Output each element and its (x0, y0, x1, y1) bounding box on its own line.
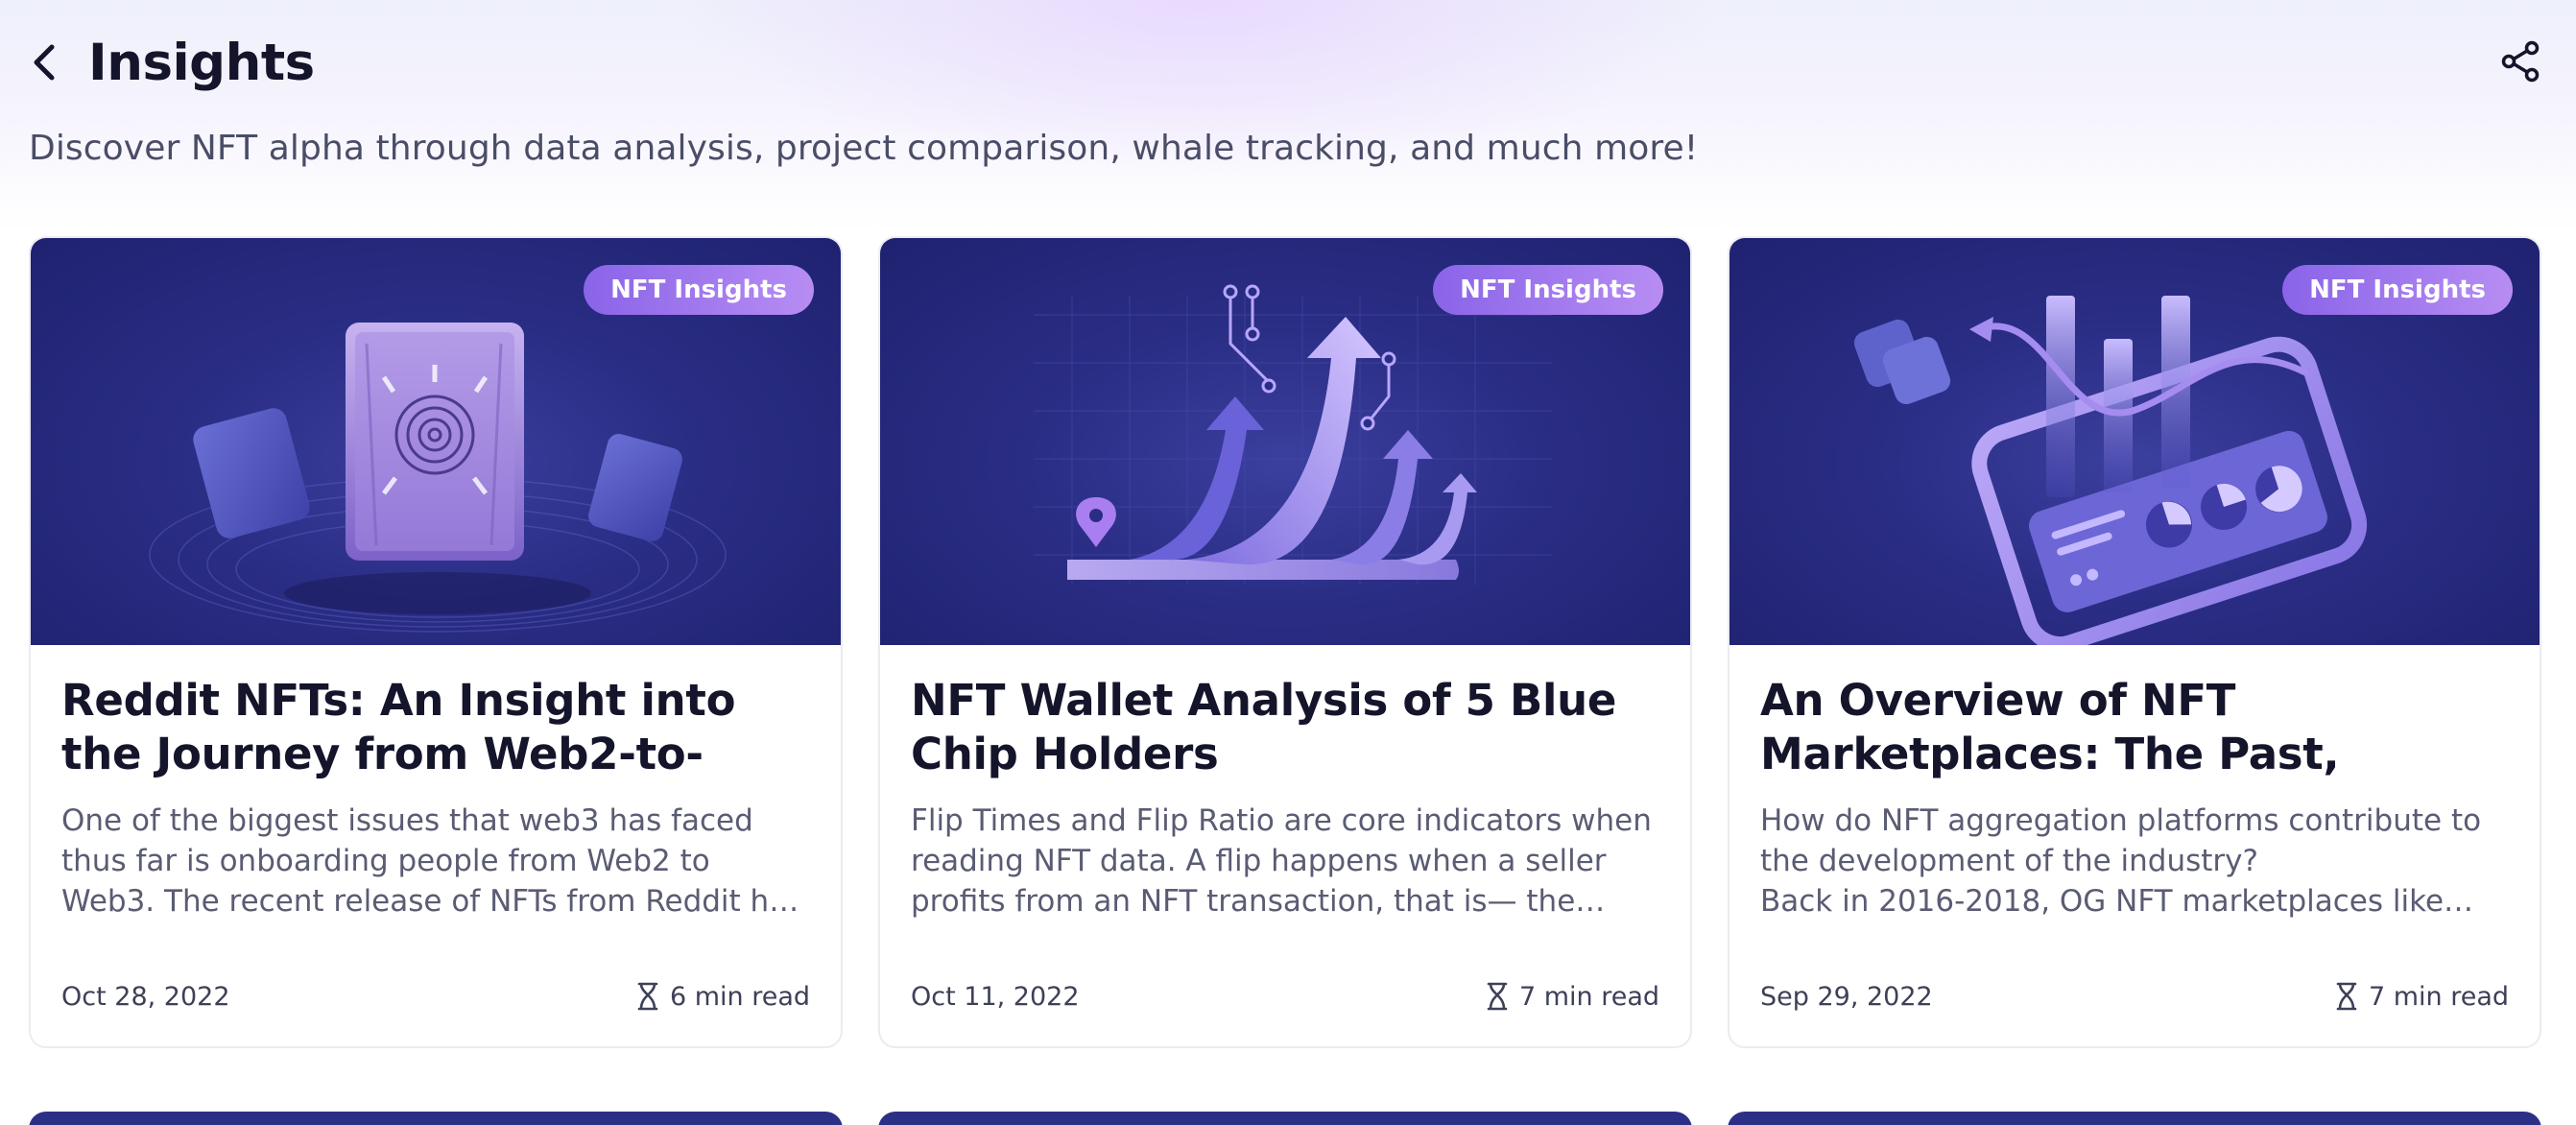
share-icon (2501, 40, 2540, 83)
card-description: How do NFT aggregation platforms contrib… (1760, 803, 2482, 919)
read-time: 6 min read (637, 982, 810, 1012)
insight-card[interactable]: NFT Insights NFT Wallet Analysis of 5 Bl… (878, 236, 1692, 1048)
page-header: Insights (29, 27, 2547, 98)
insight-card[interactable]: NFT Insights Reddit NFTs: An Insight int… (29, 236, 843, 1048)
read-time-label: 6 min read (669, 981, 810, 1012)
card-image: NFT Insights (880, 238, 1690, 645)
card-description: One of the biggest issues that web3 has … (61, 803, 803, 919)
insights-grid: NFT Insights Reddit NFTs: An Insight int… (29, 236, 2541, 1048)
read-time: 7 min read (2336, 982, 2509, 1012)
card-description: Flip Times and Flip Ratio are core indic… (911, 803, 1652, 919)
read-time-label: 7 min read (1518, 981, 1659, 1012)
chevron-left-icon (34, 44, 55, 81)
card-title[interactable]: An Overview of NFT Marketplaces: The Pas… (1760, 674, 2509, 781)
hourglass-icon (1487, 982, 1508, 1011)
publish-date: Sep 29, 2022 (1760, 981, 1933, 1012)
share-button[interactable] (2493, 35, 2547, 88)
insight-card-partial[interactable] (878, 1112, 1692, 1125)
back-button[interactable] (29, 27, 75, 98)
page-subtitle: Discover NFT alpha through data analysis… (29, 129, 1699, 168)
publish-date: Oct 28, 2022 (61, 981, 230, 1012)
read-time: 7 min read (1487, 982, 1659, 1012)
category-tag: NFT Insights (1433, 265, 1663, 315)
card-title[interactable]: Reddit NFTs: An Insight into the Journey… (61, 674, 810, 781)
insight-card[interactable]: NFT Insights An Overview of NFT Marketpl… (1728, 236, 2541, 1048)
category-tag: NFT Insights (584, 265, 814, 315)
publish-date: Oct 11, 2022 (911, 981, 1080, 1012)
page-title: Insights (88, 33, 315, 92)
insight-card-partial[interactable] (1728, 1112, 2541, 1125)
hourglass-icon (2336, 982, 2357, 1011)
card-image: NFT Insights (1729, 238, 2540, 645)
category-tag: NFT Insights (2282, 265, 2513, 315)
insight-card-partial[interactable] (29, 1112, 843, 1125)
read-time-label: 7 min read (2368, 981, 2509, 1012)
card-image: NFT Insights (31, 238, 841, 645)
next-row-cards (29, 1112, 2541, 1125)
hourglass-icon (637, 982, 658, 1011)
card-title[interactable]: NFT Wallet Analysis of 5 Blue Chip Holde… (911, 674, 1659, 781)
